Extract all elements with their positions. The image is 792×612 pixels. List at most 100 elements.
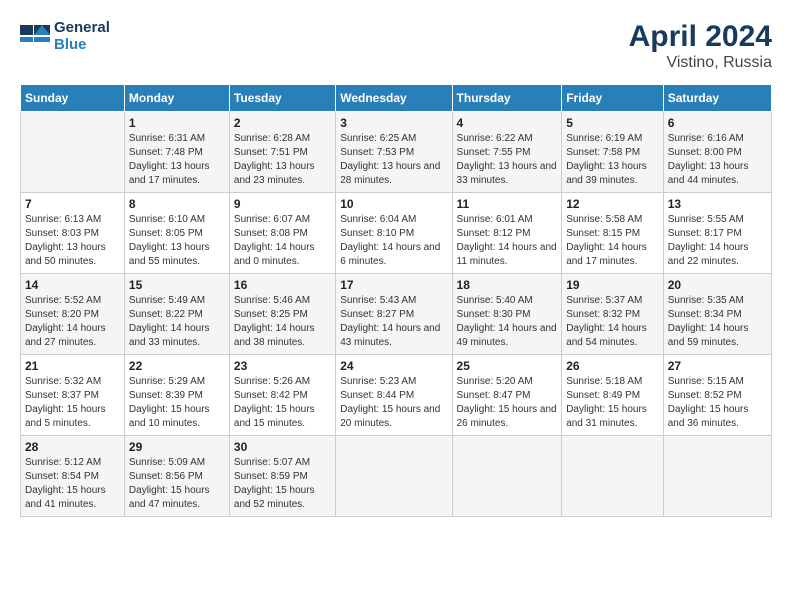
col-wednesday: Wednesday — [336, 85, 452, 112]
day-number: 21 — [25, 359, 120, 373]
sunrise-text: Sunrise: 5:09 AM — [129, 456, 225, 470]
col-friday: Friday — [562, 85, 664, 112]
sunset-text: Sunset: 8:34 PM — [668, 308, 767, 322]
sunset-text: Sunset: 8:59 PM — [234, 470, 331, 484]
sunrise-text: Sunrise: 5:23 AM — [340, 375, 447, 389]
daylight-text: Daylight: 14 hours and 17 minutes. — [566, 241, 659, 269]
daylight-text: Daylight: 13 hours and 28 minutes. — [340, 160, 447, 188]
calendar-cell: 12 Sunrise: 5:58 AM Sunset: 8:15 PM Dayl… — [562, 193, 664, 274]
day-number: 3 — [340, 116, 447, 130]
day-info: Sunrise: 6:16 AM Sunset: 8:00 PM Dayligh… — [668, 132, 767, 188]
calendar-cell — [663, 436, 771, 517]
day-number: 5 — [566, 116, 659, 130]
day-info: Sunrise: 6:25 AM Sunset: 7:53 PM Dayligh… — [340, 132, 447, 188]
sunrise-text: Sunrise: 5:58 AM — [566, 213, 659, 227]
day-number: 16 — [234, 278, 331, 292]
day-info: Sunrise: 5:26 AM Sunset: 8:42 PM Dayligh… — [234, 375, 331, 431]
sunrise-text: Sunrise: 6:22 AM — [457, 132, 558, 146]
daylight-text: Daylight: 14 hours and 0 minutes. — [234, 241, 331, 269]
day-info: Sunrise: 5:35 AM Sunset: 8:34 PM Dayligh… — [668, 294, 767, 350]
calendar-cell: 9 Sunrise: 6:07 AM Sunset: 8:08 PM Dayli… — [229, 193, 335, 274]
day-number: 8 — [129, 197, 225, 211]
sunrise-text: Sunrise: 6:16 AM — [668, 132, 767, 146]
day-number: 7 — [25, 197, 120, 211]
day-info: Sunrise: 5:32 AM Sunset: 8:37 PM Dayligh… — [25, 375, 120, 431]
calendar-cell: 1 Sunrise: 6:31 AM Sunset: 7:48 PM Dayli… — [124, 112, 229, 193]
calendar-cell: 14 Sunrise: 5:52 AM Sunset: 8:20 PM Dayl… — [21, 274, 125, 355]
sunset-text: Sunset: 8:00 PM — [668, 146, 767, 160]
sunrise-text: Sunrise: 5:07 AM — [234, 456, 331, 470]
sunrise-text: Sunrise: 5:43 AM — [340, 294, 447, 308]
day-number: 23 — [234, 359, 331, 373]
sunset-text: Sunset: 8:49 PM — [566, 389, 659, 403]
calendar-cell — [452, 436, 562, 517]
daylight-text: Daylight: 13 hours and 44 minutes. — [668, 160, 767, 188]
sunset-text: Sunset: 8:52 PM — [668, 389, 767, 403]
daylight-text: Daylight: 15 hours and 15 minutes. — [234, 403, 331, 431]
col-monday: Monday — [124, 85, 229, 112]
daylight-text: Daylight: 14 hours and 22 minutes. — [668, 241, 767, 269]
sunrise-text: Sunrise: 6:19 AM — [566, 132, 659, 146]
calendar-table: Sunday Monday Tuesday Wednesday Thursday… — [20, 84, 772, 517]
sunrise-text: Sunrise: 5:52 AM — [25, 294, 120, 308]
sunrise-text: Sunrise: 5:26 AM — [234, 375, 331, 389]
sunset-text: Sunset: 8:44 PM — [340, 389, 447, 403]
calendar-cell: 4 Sunrise: 6:22 AM Sunset: 7:55 PM Dayli… — [452, 112, 562, 193]
day-number: 26 — [566, 359, 659, 373]
sunset-text: Sunset: 8:47 PM — [457, 389, 558, 403]
daylight-text: Daylight: 13 hours and 50 minutes. — [25, 241, 120, 269]
main-title: April 2024 — [629, 20, 772, 54]
calendar-week-row: 21 Sunrise: 5:32 AM Sunset: 8:37 PM Dayl… — [21, 355, 772, 436]
col-tuesday: Tuesday — [229, 85, 335, 112]
calendar-cell: 26 Sunrise: 5:18 AM Sunset: 8:49 PM Dayl… — [562, 355, 664, 436]
day-number: 11 — [457, 197, 558, 211]
day-info: Sunrise: 6:28 AM Sunset: 7:51 PM Dayligh… — [234, 132, 331, 188]
sunset-text: Sunset: 8:05 PM — [129, 227, 225, 241]
day-info: Sunrise: 5:18 AM Sunset: 8:49 PM Dayligh… — [566, 375, 659, 431]
calendar-week-row: 14 Sunrise: 5:52 AM Sunset: 8:20 PM Dayl… — [21, 274, 772, 355]
daylight-text: Daylight: 15 hours and 47 minutes. — [129, 484, 225, 512]
day-info: Sunrise: 6:19 AM Sunset: 7:58 PM Dayligh… — [566, 132, 659, 188]
day-info: Sunrise: 5:07 AM Sunset: 8:59 PM Dayligh… — [234, 456, 331, 512]
day-info: Sunrise: 5:49 AM Sunset: 8:22 PM Dayligh… — [129, 294, 225, 350]
calendar-cell — [21, 112, 125, 193]
sunrise-text: Sunrise: 6:31 AM — [129, 132, 225, 146]
sunrise-text: Sunrise: 5:40 AM — [457, 294, 558, 308]
calendar-cell: 6 Sunrise: 6:16 AM Sunset: 8:00 PM Dayli… — [663, 112, 771, 193]
sunrise-text: Sunrise: 6:10 AM — [129, 213, 225, 227]
day-number: 9 — [234, 197, 331, 211]
day-number: 15 — [129, 278, 225, 292]
calendar-cell: 23 Sunrise: 5:26 AM Sunset: 8:42 PM Dayl… — [229, 355, 335, 436]
daylight-text: Daylight: 15 hours and 52 minutes. — [234, 484, 331, 512]
day-number: 30 — [234, 440, 331, 454]
daylight-text: Daylight: 14 hours and 59 minutes. — [668, 322, 767, 350]
calendar-cell: 27 Sunrise: 5:15 AM Sunset: 8:52 PM Dayl… — [663, 355, 771, 436]
day-number: 29 — [129, 440, 225, 454]
calendar-header-row: Sunday Monday Tuesday Wednesday Thursday… — [21, 85, 772, 112]
daylight-text: Daylight: 15 hours and 20 minutes. — [340, 403, 447, 431]
calendar-week-row: 1 Sunrise: 6:31 AM Sunset: 7:48 PM Dayli… — [21, 112, 772, 193]
calendar-cell — [336, 436, 452, 517]
daylight-text: Daylight: 14 hours and 43 minutes. — [340, 322, 447, 350]
day-info: Sunrise: 5:09 AM Sunset: 8:56 PM Dayligh… — [129, 456, 225, 512]
calendar-cell: 20 Sunrise: 5:35 AM Sunset: 8:34 PM Dayl… — [663, 274, 771, 355]
sunset-text: Sunset: 8:30 PM — [457, 308, 558, 322]
sunset-text: Sunset: 8:37 PM — [25, 389, 120, 403]
day-number: 2 — [234, 116, 331, 130]
sunset-text: Sunset: 8:22 PM — [129, 308, 225, 322]
day-info: Sunrise: 5:29 AM Sunset: 8:39 PM Dayligh… — [129, 375, 225, 431]
day-info: Sunrise: 5:46 AM Sunset: 8:25 PM Dayligh… — [234, 294, 331, 350]
sunset-text: Sunset: 7:53 PM — [340, 146, 447, 160]
sunset-text: Sunset: 8:17 PM — [668, 227, 767, 241]
day-number: 13 — [668, 197, 767, 211]
calendar-cell: 15 Sunrise: 5:49 AM Sunset: 8:22 PM Dayl… — [124, 274, 229, 355]
sunset-text: Sunset: 8:03 PM — [25, 227, 120, 241]
sunrise-text: Sunrise: 5:46 AM — [234, 294, 331, 308]
sunrise-text: Sunrise: 5:15 AM — [668, 375, 767, 389]
day-number: 25 — [457, 359, 558, 373]
day-number: 18 — [457, 278, 558, 292]
logo-icon — [20, 25, 50, 49]
day-info: Sunrise: 6:10 AM Sunset: 8:05 PM Dayligh… — [129, 213, 225, 269]
calendar-cell: 28 Sunrise: 5:12 AM Sunset: 8:54 PM Dayl… — [21, 436, 125, 517]
sunrise-text: Sunrise: 5:32 AM — [25, 375, 120, 389]
